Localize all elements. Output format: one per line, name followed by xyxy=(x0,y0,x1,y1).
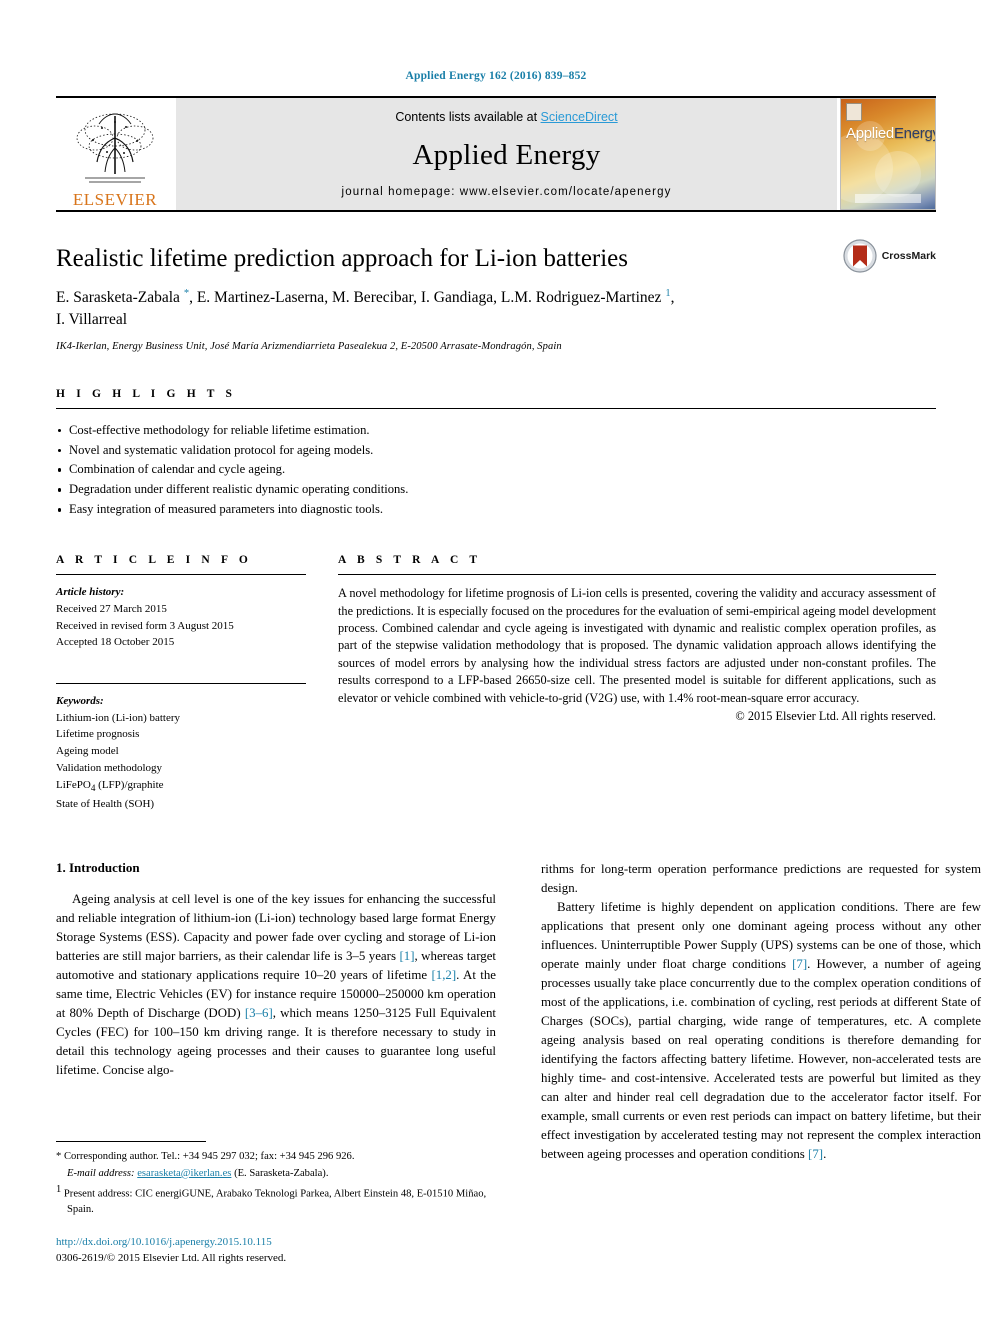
keyword-item: Validation methodology xyxy=(56,761,163,774)
list-item: Combination of calendar and cycle ageing… xyxy=(56,460,936,480)
elsevier-wordmark: ELSEVIER xyxy=(72,190,158,209)
paper-page: Applied Energy 162 (2016) 839–852 ELSEVI… xyxy=(0,0,992,1323)
authors-part-1: E. Sarasketa-Zabala xyxy=(56,288,184,306)
history-item: Accepted 18 October 2015 xyxy=(56,636,175,649)
article-history-label: Article history: xyxy=(56,586,125,599)
abstract-heading: A B S T R A C T xyxy=(338,554,482,567)
elsevier-tree-icon xyxy=(76,113,154,183)
highlights-rule xyxy=(56,407,936,409)
page-title: Realistic lifetime prediction approach f… xyxy=(56,245,629,272)
footnote-present-text: Present address: CIC energiGUNE, Arabako… xyxy=(63,1188,487,1216)
abstract-copyright: © 2015 Elsevier Ltd. All rights reserved… xyxy=(735,709,936,724)
keywords-label: Keywords: xyxy=(56,694,104,707)
cover-footer-bar xyxy=(855,194,921,203)
keyword-item: LiFePO4 (LFP)/graphite xyxy=(56,778,164,793)
history-item: Received 27 March 2015 xyxy=(56,602,167,615)
abstract-column: A B S T R A C T A novel methodology for … xyxy=(338,554,936,812)
footnote-present-address: 1 Present address: CIC energiGUNE, Araba… xyxy=(56,1182,496,1218)
list-item: Novel and systematic validation protocol… xyxy=(56,441,936,461)
issn-copyright-line: 0306-2619/© 2015 Elsevier Ltd. All right… xyxy=(56,1251,496,1267)
intro-text-g: . xyxy=(823,1146,827,1161)
body-column-left: 1. Introduction Ageing analysis at cell … xyxy=(56,860,496,1164)
section-heading-introduction: 1. Introduction xyxy=(56,860,140,876)
contents-line: Contents lists available at ScienceDirec… xyxy=(395,110,617,124)
keyword-item: State of Health (SOH) xyxy=(56,797,155,810)
footnotes-block: * Corresponding author. Tel.: +34 945 29… xyxy=(56,1140,496,1267)
crossmark-label: CrossMark xyxy=(881,250,936,262)
list-item: Degradation under different realistic dy… xyxy=(56,480,936,500)
intro-paragraph-left: Ageing analysis at cell level is one of … xyxy=(56,890,496,1080)
elsevier-logo: ELSEVIER xyxy=(56,98,174,210)
highlights-section: H I G H L I G H T S Cost-effective metho… xyxy=(56,388,936,520)
journal-homepage[interactable]: journal homepage: www.elsevier.com/locat… xyxy=(342,186,672,198)
email-link[interactable]: esarasketa@ikerlan.es xyxy=(137,1168,231,1179)
highlights-heading: H I G H L I G H T S xyxy=(56,387,237,400)
journal-title: Applied Energy xyxy=(412,138,601,171)
sciencedirect-link[interactable]: ScienceDirect xyxy=(541,110,618,124)
keyword-item: Ageing model xyxy=(56,745,119,758)
intro-paragraph-right-2: Battery lifetime is highly dependent on … xyxy=(541,898,981,1164)
cover-title-energy: Energy xyxy=(893,125,936,142)
authors-part-4: I. Villarreal xyxy=(56,310,128,328)
intro-paragraph-right-1: rithms for long-term operation performan… xyxy=(541,862,981,896)
citation-ref-7a[interactable]: [7] xyxy=(792,957,807,971)
body-columns: 1. Introduction Ageing analysis at cell … xyxy=(56,860,981,1164)
body-column-right: rithms for long-term operation performan… xyxy=(541,860,981,1164)
author-list: E. Sarasketa-Zabala *, E. Martinez-Laser… xyxy=(56,287,936,331)
footnote-email: E-mail address: esarasketa@ikerlan.es (E… xyxy=(56,1166,496,1182)
cover-title-applied: Applied xyxy=(846,125,894,142)
article-history-block: Article history: Received 27 March 2015 … xyxy=(56,584,306,651)
journal-banner: ELSEVIER Contents lists available at Sci… xyxy=(56,98,936,210)
doi-link[interactable]: http://dx.doi.org/10.1016/j.apenergy.201… xyxy=(56,1235,496,1251)
cover-elsevier-mark xyxy=(846,103,862,121)
keyword-item: Lithium-ion (Li-ion) battery xyxy=(56,711,181,724)
abstract-rule xyxy=(338,574,936,576)
authors-part-3: , xyxy=(670,288,675,306)
keywords-block: Keywords: Lithium-ion (Li-ion) battery L… xyxy=(56,693,306,812)
footnote-rule xyxy=(56,1140,206,1142)
running-head: Applied Energy 162 (2016) 839–852 xyxy=(405,70,587,82)
abstract-text: A novel methodology for lifetime prognos… xyxy=(338,586,936,705)
crossmark-icon xyxy=(843,239,877,273)
authors-part-2: , E. Martinez-Laserna, M. Berecibar, I. … xyxy=(189,288,666,306)
title-block: Realistic lifetime prediction approach f… xyxy=(56,239,936,352)
keyword-item: Lifetime prognosis xyxy=(56,728,140,741)
banner-center: Contents lists available at ScienceDirec… xyxy=(176,98,837,210)
footnote-marker-star: * xyxy=(56,1150,62,1162)
keywords-rule xyxy=(56,682,306,684)
journal-cover-thumbnail: AppliedEnergy xyxy=(840,98,936,210)
affiliation: IK4-Ikerlan, Energy Business Unit, José … xyxy=(56,340,562,352)
contents-prefix: Contents lists available at xyxy=(395,110,541,124)
intro-text-f: . However, a number of ageing processes … xyxy=(541,957,981,1161)
history-item: Received in revised form 3 August 2015 xyxy=(56,619,234,632)
banner-bottom-rule xyxy=(56,210,936,212)
footnote-marker-1: 1 xyxy=(56,1184,62,1196)
citation-ref-3-6[interactable]: [3–6] xyxy=(245,1006,273,1020)
footnote-corresponding-text: Corresponding author. Tel.: +34 945 297 … xyxy=(63,1150,355,1162)
info-abstract-section: A R T I C L E I N F O Article history: R… xyxy=(56,554,936,812)
citation-ref-1-2[interactable]: [1,2] xyxy=(431,968,456,982)
cover-title: AppliedEnergy xyxy=(846,125,936,142)
highlights-list: Cost-effective methodology for reliable … xyxy=(56,421,936,520)
article-info-rule xyxy=(56,574,306,576)
citation-ref-7b[interactable]: [7] xyxy=(808,1147,823,1161)
footnote-corresponding-author: * Corresponding author. Tel.: +34 945 29… xyxy=(56,1149,496,1165)
article-info-column: A R T I C L E I N F O Article history: R… xyxy=(56,554,306,812)
article-info-heading: A R T I C L E I N F O xyxy=(56,554,252,567)
email-suffix: (E. Sarasketa-Zabala). xyxy=(234,1167,329,1179)
list-item: Cost-effective methodology for reliable … xyxy=(56,421,936,441)
doi-block: http://dx.doi.org/10.1016/j.apenergy.201… xyxy=(56,1235,496,1267)
crossmark-badge[interactable]: CrossMark xyxy=(842,238,936,274)
citation-ref-1[interactable]: [1] xyxy=(399,949,414,963)
email-label: E-mail address: xyxy=(67,1167,135,1179)
issn-text: 0306-2619/ xyxy=(56,1252,107,1265)
issn-copyright-text: © 2015 Elsevier Ltd. All rights reserved… xyxy=(106,1252,287,1265)
list-item: Easy integration of measured parameters … xyxy=(56,500,936,520)
